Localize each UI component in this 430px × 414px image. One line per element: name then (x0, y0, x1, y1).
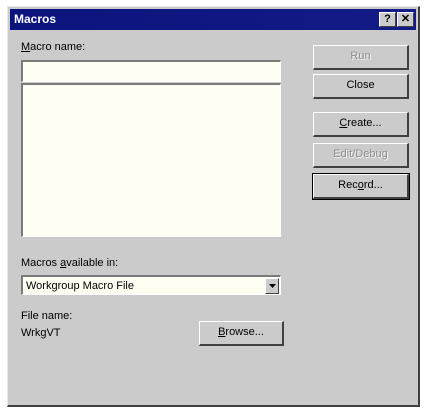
macro-list[interactable] (21, 83, 281, 237)
title-bar: Macros ? ✕ (10, 9, 416, 30)
file-name-value: WrkgVT (21, 327, 61, 339)
edit-debug-button[interactable]: Edit/Debug (313, 143, 409, 168)
chevron-down-icon (269, 284, 276, 288)
record-button[interactable]: Record... (312, 173, 410, 200)
close-window-button[interactable]: ✕ (397, 12, 414, 27)
dropdown-button[interactable] (265, 278, 279, 294)
browse-button[interactable]: Browse... (199, 321, 284, 346)
macro-name-label: Macro name: (21, 41, 86, 53)
file-name-label: File name: (21, 310, 73, 322)
run-button[interactable]: Run (313, 45, 409, 70)
macros-available-label: Macros available in: (21, 257, 119, 269)
macros-available-select[interactable]: Workgroup Macro File (21, 275, 281, 295)
close-icon: ✕ (400, 13, 411, 25)
create-button[interactable]: Create... (313, 112, 409, 137)
help-button[interactable]: ? (379, 12, 396, 27)
macro-name-input[interactable] (21, 60, 281, 82)
window-title: Macros (14, 12, 57, 26)
macros-available-value: Workgroup Macro File (26, 280, 134, 292)
macros-dialog: Macros ? ✕ Macro name: Run Close Create.… (7, 6, 420, 407)
close-button[interactable]: Close (313, 74, 409, 99)
help-icon: ? (384, 13, 391, 25)
